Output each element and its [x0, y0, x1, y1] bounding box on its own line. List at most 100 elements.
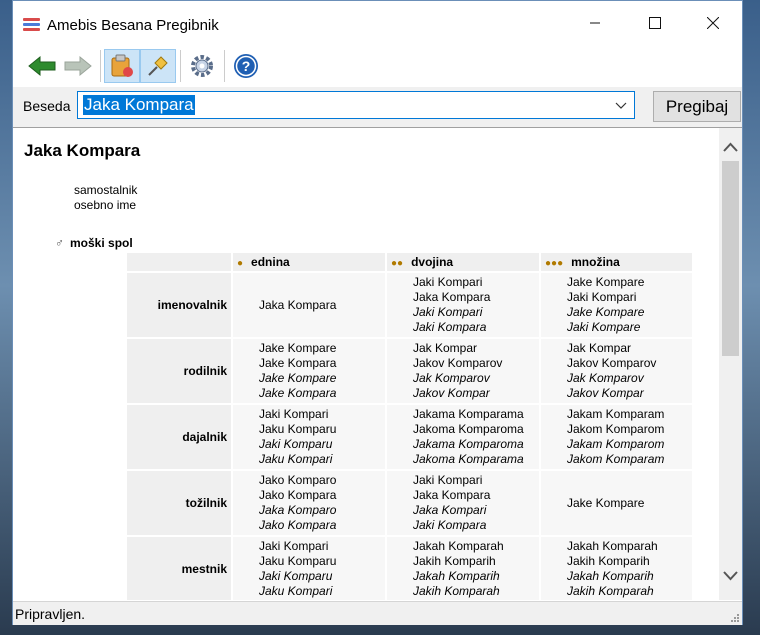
- word-form: Jakama Komparoma: [413, 437, 524, 451]
- resize-grip-icon[interactable]: [730, 613, 740, 623]
- scroll-up-icon[interactable]: [723, 142, 738, 152]
- form-cell: Jaki Kompari Jaka Kompara Jaka Kompari Jaki…: [387, 471, 539, 535]
- clipboard-toggle-button[interactable]: [104, 49, 140, 83]
- word-form: Jaki Kompari: [259, 407, 329, 421]
- search-label: Beseda: [23, 98, 71, 114]
- vertical-scrollbar[interactable]: [719, 128, 742, 600]
- table-row: dajalnik Jaki Kompari Jaku Komparu Jaki Kom…: [127, 405, 692, 469]
- inflection-table: ● ednina ●● dvojina ●●● množina imenovalnik…: [125, 251, 694, 600]
- gender-label: moški spol: [70, 236, 133, 250]
- form-cell: Jaki Kompari Jaku Komparu Jaki Komparu Jaku…: [233, 405, 385, 469]
- close-button[interactable]: [684, 1, 742, 45]
- word-form: Jak Kompar: [567, 341, 632, 355]
- form-cell: Jaka Kompara: [233, 273, 385, 337]
- case-label: mestnik: [127, 537, 231, 600]
- word-form: Jaki Kompari: [259, 539, 329, 553]
- search-bar: Beseda Jaka Kompara Pregibaj: [13, 87, 742, 128]
- word-combobox[interactable]: Jaka Kompara: [77, 91, 635, 119]
- forward-button[interactable]: [60, 49, 96, 83]
- form-cell: Jakah Komparah Jakih Komparih Jakah Kompar…: [541, 537, 692, 600]
- form-cell: Jakam Komparam Jakom Komparom Jakam Kompar…: [541, 405, 692, 469]
- form-cell: Jaki Kompari Jaku Komparu Jaki Komparu Jaku…: [233, 537, 385, 600]
- back-button[interactable]: [24, 49, 60, 83]
- word-form: Jaki Kompara: [413, 518, 487, 532]
- word-form: Jakama Komparama: [413, 407, 524, 421]
- word-form: Jakov Komparov: [413, 356, 503, 370]
- word-form: Jak Komparov: [567, 371, 644, 385]
- toolbar: ?: [13, 45, 742, 88]
- word-form: Jakih Komparih: [567, 554, 650, 568]
- form-cell: Jakah Komparah Jakih Komparih Jakah Kompar…: [387, 537, 539, 600]
- header-singular: ● ednina: [233, 253, 385, 271]
- dual-icon: ●●: [391, 258, 404, 269]
- forward-arrow-icon: [64, 55, 92, 77]
- word-form: Jaki Kompari: [413, 473, 483, 487]
- clipboard-icon: [111, 54, 133, 77]
- word-form: Jakam Komparom: [567, 437, 665, 451]
- form-cell: Jako Komparo Jako Kompara Jaka Komparo Jako…: [233, 471, 385, 535]
- scroll-down-icon[interactable]: [723, 571, 738, 581]
- maximize-button[interactable]: [626, 1, 684, 45]
- word-form: Jake Kompare: [567, 495, 645, 510]
- word-form: Jakov Kompar: [567, 386, 644, 400]
- title-bar[interactable]: Amebis Besana Pregibnik: [13, 1, 742, 45]
- results-pane: Jaka Kompara samostalnik osebno ime ♂ moš…: [13, 128, 719, 600]
- table-row: mestnik Jaki Kompari Jaku Komparu Jaki Komp…: [127, 537, 692, 600]
- table-corner: [127, 253, 231, 271]
- gear-icon: [191, 55, 213, 77]
- word-form: Jaki Kompara: [413, 320, 487, 334]
- word-form: Jaki Komparu: [259, 437, 333, 451]
- table-row: rodilnik Jake Kompare Jake Kompara Jake Kom…: [127, 339, 692, 403]
- word-form: Jaki Kompari: [413, 275, 483, 289]
- pin-toggle-button[interactable]: [140, 49, 176, 83]
- word-form: Jaki Kompari: [413, 305, 483, 319]
- scrollbar-thumb[interactable]: [722, 161, 739, 356]
- inflect-button[interactable]: Pregibaj: [653, 91, 741, 122]
- form-cell: Jake Kompare: [541, 471, 692, 535]
- singular-icon: ●: [237, 258, 244, 269]
- word-form: Jakom Komparom: [567, 422, 665, 436]
- case-label: imenovalnik: [127, 273, 231, 337]
- pin-icon: [148, 56, 168, 76]
- table-row: tožilnik Jako Komparo Jako Kompara Jaka Kom…: [127, 471, 692, 535]
- table-row: imenovalnik Jaka Kompara Jaki Kompari Jaka …: [127, 273, 692, 337]
- word-form: Jakov Komparov: [567, 356, 657, 370]
- word-form: Jako Kompara: [259, 518, 337, 532]
- word-form: Jaku Komparu: [259, 422, 337, 436]
- header-dual: ●● dvojina: [387, 253, 539, 271]
- word-form: Jakam Komparam: [567, 407, 665, 421]
- male-symbol-icon: ♂: [55, 236, 64, 250]
- settings-button[interactable]: [184, 49, 220, 83]
- word-form: Jako Kompara: [259, 488, 337, 502]
- close-icon: [707, 17, 719, 29]
- maximize-icon: [649, 17, 661, 29]
- word-form: Jaka Komparo: [259, 503, 337, 517]
- word-form: Jaka Kompara: [259, 297, 337, 312]
- word-form: Jakoma Komparoma: [413, 422, 524, 436]
- window-title: Amebis Besana Pregibnik: [47, 17, 219, 34]
- toolbar-separator: [180, 50, 181, 82]
- chevron-down-icon[interactable]: [614, 98, 628, 112]
- word-input-value[interactable]: Jaka Kompara: [83, 95, 195, 115]
- headword: Jaka Kompara: [24, 141, 141, 160]
- status-bar: Pripravljen.: [13, 601, 742, 625]
- back-arrow-icon: [28, 55, 56, 77]
- word-form: Jakah Komparah: [567, 539, 658, 553]
- word-form: Jakih Komparah: [413, 584, 500, 598]
- word-form: Jaki Kompari: [567, 290, 637, 304]
- svg-text:?: ?: [242, 58, 251, 74]
- word-form: Jaka Kompari: [413, 503, 487, 517]
- app-window: Amebis Besana Pregibnik ? Beseda Jaka Ko…: [12, 0, 743, 625]
- word-form: Jakah Komparih: [413, 569, 500, 583]
- case-label: tožilnik: [127, 471, 231, 535]
- word-form: Jaku Komparu: [259, 554, 337, 568]
- word-form: Jaka Kompara: [413, 488, 491, 502]
- form-cell: Jake Kompare Jaki Kompari Jake Kompare Jaki…: [541, 273, 692, 337]
- pos-line: osebno ime: [74, 198, 137, 212]
- word-form: Jakih Komparih: [413, 554, 496, 568]
- minimize-button[interactable]: [566, 1, 624, 45]
- help-button[interactable]: ?: [228, 49, 264, 83]
- form-cell: Jake Kompare Jake Kompara Jake Kompare Jake…: [233, 339, 385, 403]
- word-form: Jaki Komparu: [259, 569, 333, 583]
- word-form: Jaka Kompara: [413, 290, 491, 304]
